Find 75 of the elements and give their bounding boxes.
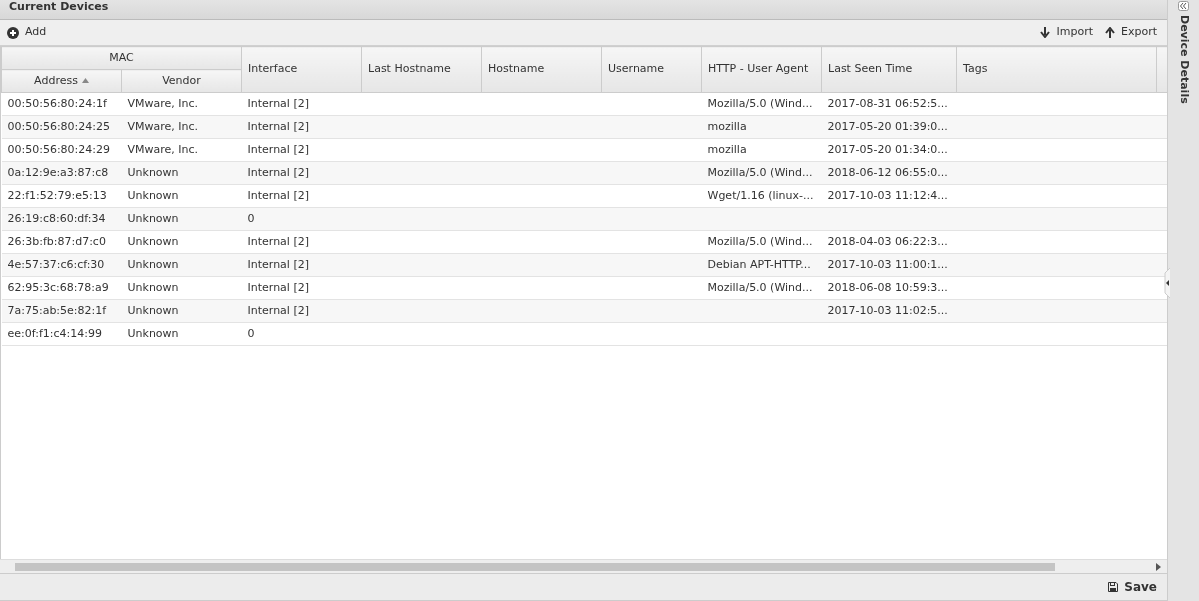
horizontal-scrollbar[interactable] [0,559,1167,573]
table-cell: 2018-06-12 06:55:0... [827,165,948,179]
column-header[interactable]: Hostname [481,46,602,93]
table-cell: Wget/1.16 (linux-... [707,188,814,202]
table-cell: ee:0f:f1:c4:14:99 [7,326,102,340]
up-arrow-icon [1105,27,1115,38]
collapse-icon[interactable] [1178,1,1189,11]
export-button[interactable]: Export [1105,24,1157,41]
table-cell: Debian APT-HTTP... [707,257,811,271]
scroll-thumb[interactable] [15,563,1055,571]
table-cell: 26:3b:fb:87:d7:c0 [7,234,106,248]
table-cell: 22:f1:52:79:e5:13 [7,188,107,202]
table-cell: 2017-05-20 01:39:0... [827,119,948,133]
table-cell: Internal [2] [247,188,309,202]
table-cell: 2017-10-03 11:12:4... [827,188,948,202]
column-header[interactable]: Tags [956,46,1157,93]
table-cell: Internal [2] [247,165,309,179]
table-cell: Internal [2] [247,234,309,248]
table-cell: 2017-10-03 11:02:5... [827,303,948,317]
table-cell: 2018-04-03 06:22:3... [827,234,948,248]
table-cell: Internal [2] [247,257,309,271]
table-cell: Mozilla/5.0 (Wind... [707,96,813,110]
table-cell: 2017-05-20 01:34:0... [827,142,948,156]
table-cell: 2017-10-03 11:00:1... [827,257,948,271]
table-cell: Mozilla/5.0 (Wind... [707,165,813,179]
table-cell: Unknown [127,188,179,202]
column-header[interactable]: Interface [241,46,362,93]
table-cell: Unknown [127,257,179,271]
table-cell: Internal [2] [247,119,309,133]
column-header[interactable]: Username [601,46,702,93]
table-cell: 00:50:56:80:24:25 [7,119,110,133]
expand-handle-icon[interactable] [1164,268,1170,298]
column-group-header: MAC [1,46,242,70]
table-cell: Unknown [127,326,179,340]
table-cell: VMware, Inc. [127,96,199,110]
table-cell: 0 [247,326,255,340]
column-header[interactable]: Vendor [121,69,242,93]
add-icon [7,26,19,39]
panel-title: Current Devices [9,1,109,12]
table-cell: mozilla [707,119,747,133]
table-cell: mozilla [707,142,747,156]
table-cell: 2018-06-08 10:59:3... [827,280,948,294]
add-button[interactable]: Add [7,24,47,41]
down-arrow-icon [1040,27,1051,38]
table-cell: Mozilla/5.0 (Wind... [707,280,813,294]
table-cell: Mozilla/5.0 (Wind... [707,234,813,248]
column-header[interactable]: Last Hostname [361,46,482,93]
column-header[interactable]: Last Seen Time [821,46,957,93]
table-cell: 62:95:3c:68:78:a9 [7,280,109,294]
table-cell: Internal [2] [247,142,309,156]
sort-ascending-icon [81,78,89,84]
table-cell: Internal [2] [247,303,309,317]
column-header[interactable]: HTTP - User Agent [701,46,822,93]
table-cell: VMware, Inc. [127,142,199,156]
table-cell: VMware, Inc. [127,119,199,133]
table-cell: Unknown [127,234,179,248]
table-cell: Internal [2] [247,96,309,110]
table-cell: Unknown [127,303,179,317]
table-cell: 2017-08-31 06:52:5... [827,96,948,110]
column-header[interactable]: Address [1,69,122,93]
table-cell: 0 [247,211,255,225]
table-cell: 00:50:56:80:24:29 [7,142,110,156]
side-panel-title[interactable]: Device Details [1175,15,1192,104]
scroll-right-icon[interactable] [1156,563,1161,571]
table-cell: 7a:75:ab:5e:82:1f [7,303,107,317]
import-button[interactable]: Import [1040,24,1093,41]
table-cell: Internal [2] [247,280,309,294]
table-cell: 26:19:c8:60:df:34 [7,211,106,225]
table-cell: 4e:57:37:c6:cf:30 [7,257,105,271]
table-cell: 00:50:56:80:24:1f [7,96,107,110]
save-button[interactable]: Save [1108,578,1157,596]
table-cell: Unknown [127,165,179,179]
table-cell: Unknown [127,211,179,225]
table-cell: 0a:12:9e:a3:87:c8 [7,165,109,179]
table-cell: Unknown [127,280,179,294]
